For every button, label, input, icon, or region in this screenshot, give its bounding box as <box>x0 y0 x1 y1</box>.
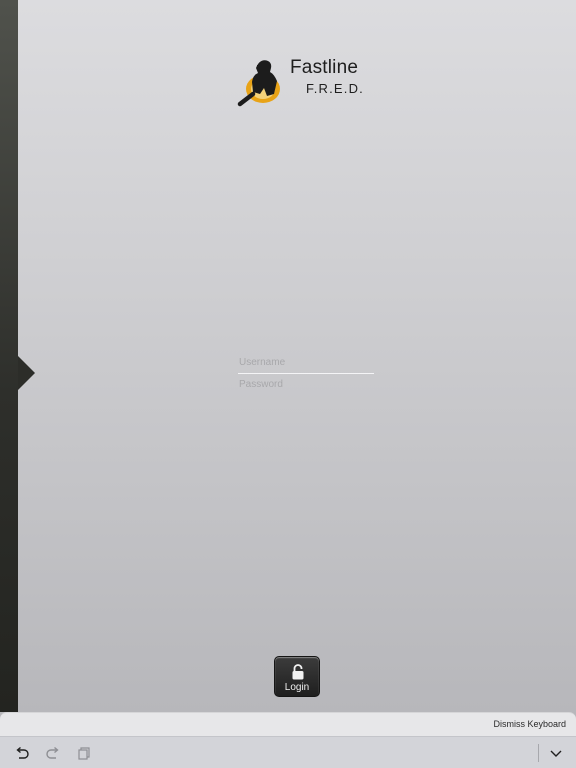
side-panel <box>0 0 18 712</box>
undo-icon[interactable] <box>14 745 30 761</box>
login-form <box>238 352 374 395</box>
worker-magnifier-logo-icon <box>237 60 280 107</box>
chevron-down-icon[interactable] <box>548 745 564 761</box>
redo-icon[interactable] <box>45 745 61 761</box>
app-logo: Fastline F.R.E.D. <box>236 54 366 108</box>
dismiss-keyboard-button[interactable]: Dismiss Keyboard <box>493 719 566 729</box>
keyboard-shortcut-bar <box>0 736 576 768</box>
keyboard-accessory-bar: Dismiss Keyboard <box>0 712 576 736</box>
password-input[interactable] <box>238 374 374 395</box>
clipboard-icon[interactable] <box>76 745 92 761</box>
username-input[interactable] <box>238 352 374 373</box>
logo-subtitle: F.R.E.D. <box>306 81 364 96</box>
logo-title: Fastline <box>290 57 359 78</box>
login-button[interactable]: Login <box>274 656 320 697</box>
login-button-label: Login <box>284 682 310 693</box>
side-panel-pointer <box>18 356 35 390</box>
shortcut-divider <box>538 744 539 762</box>
unlocked-padlock-icon <box>292 664 304 680</box>
